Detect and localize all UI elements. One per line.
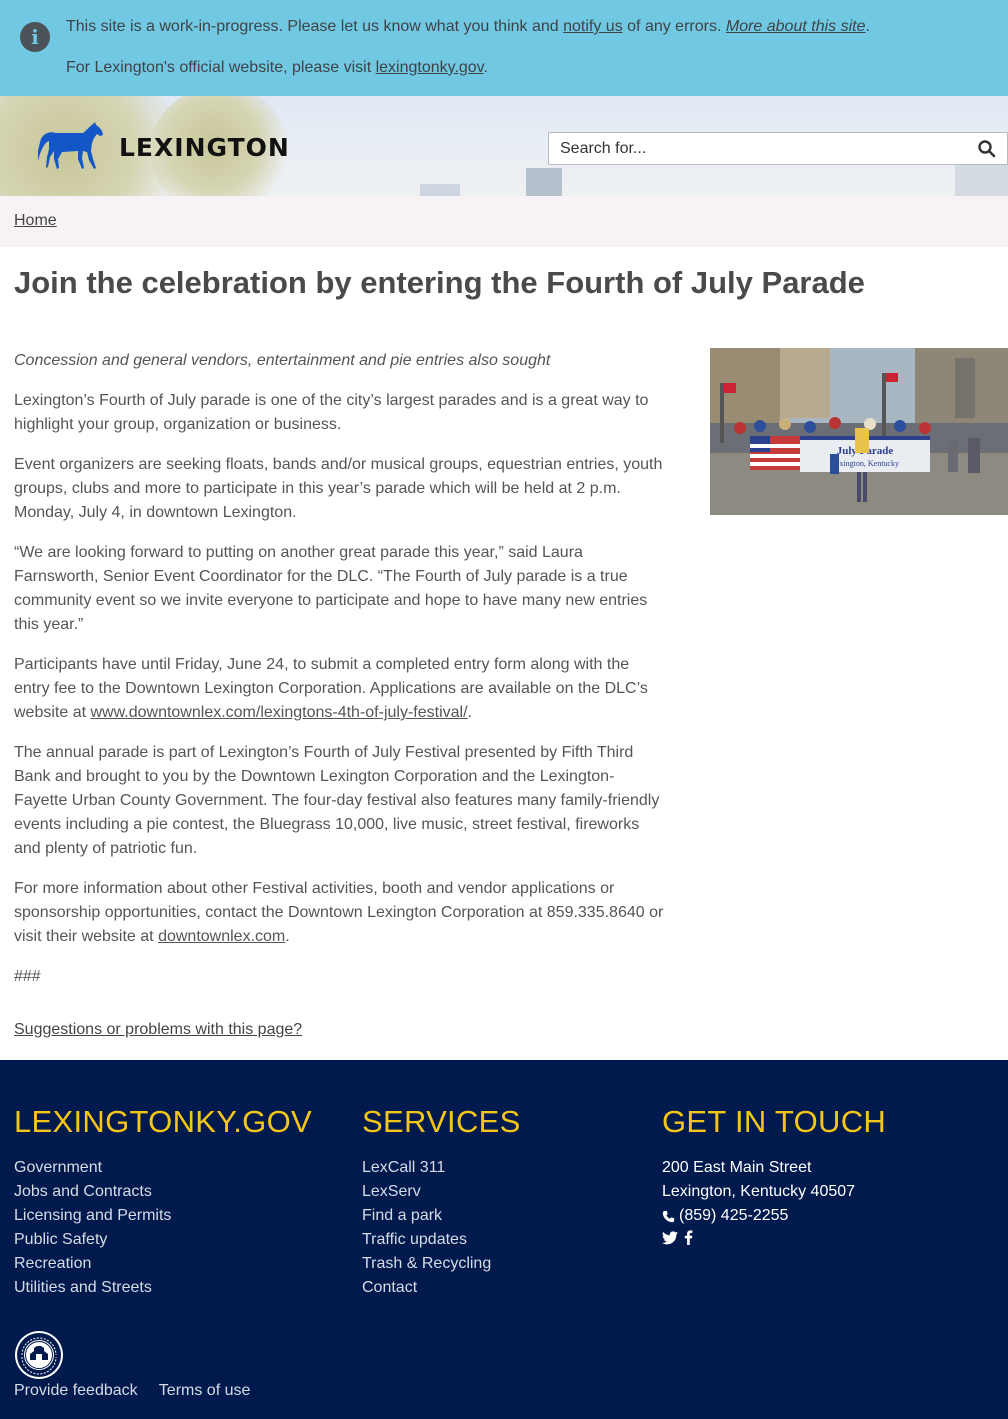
contact-info: 200 East Main Street Lexington, Kentucky… xyxy=(662,1156,855,1245)
parade-photo-illustration: July Parade Lexington, Kentucky xyxy=(710,348,1008,515)
paragraph-text: . xyxy=(467,704,472,721)
footer-links-services: LexCall 311 LexServ Find a park Traffic … xyxy=(362,1156,491,1300)
page-title: Join the celebration by entering the Fou… xyxy=(14,265,865,300)
footer-link-item: Traffic updates xyxy=(362,1228,491,1252)
footer-link-item: Find a park xyxy=(362,1204,491,1228)
search-box xyxy=(548,132,1008,165)
suggestions-link[interactable]: Suggestions or problems with this page? xyxy=(14,1021,302,1039)
footer-link-trash[interactable]: Trash & Recycling xyxy=(362,1255,491,1272)
parade-banner-subtext: Lexington, Kentucky xyxy=(831,459,899,468)
footer-link-contact[interactable]: Contact xyxy=(362,1279,417,1296)
article-paragraph: The annual parade is part of Lexington’s… xyxy=(14,744,660,857)
footer-links-lexingtonky: Government Jobs and Contracts Licensing … xyxy=(14,1156,171,1300)
notice-text: of any errors. xyxy=(622,18,726,35)
phone-number: (859) 425-2255 xyxy=(679,1207,789,1224)
info-icon: i xyxy=(20,22,50,52)
footer-bottom-links: Provide feedback Terms of use xyxy=(14,1382,267,1400)
twitter-icon[interactable] xyxy=(662,1230,678,1245)
article-paragraph: Event organizers are seeking floats, ban… xyxy=(14,456,663,521)
parade-photo: July Parade Lexington, Kentucky xyxy=(710,348,1008,515)
footer-link-item: Trash & Recycling xyxy=(362,1252,491,1276)
phone-line[interactable]: (859) 425-2255 xyxy=(662,1204,855,1228)
site-footer: LEXINGTONKY.GOV Government Jobs and Cont… xyxy=(0,1060,1008,1419)
notice-text: This site is a work-in-progress. Please … xyxy=(66,18,564,35)
phone-icon xyxy=(662,1210,675,1222)
footer-link-item: LexServ xyxy=(362,1180,491,1204)
footer-link-item: Recreation xyxy=(14,1252,171,1276)
footer-link-item: Licensing and Permits xyxy=(14,1204,171,1228)
search-input[interactable] xyxy=(549,133,969,164)
article-paragraph: Participants have until Friday, June 24,… xyxy=(14,653,664,725)
logo-text: LEXINGTON xyxy=(119,132,290,162)
footer-heading-lexingtonky: LEXINGTONKY.GOV xyxy=(14,1104,312,1139)
article-paragraph: “We are looking forward to putting on an… xyxy=(14,544,648,633)
address-line-2: Lexington, Kentucky 40507 xyxy=(662,1183,856,1200)
footer-link-jobs[interactable]: Jobs and Contracts xyxy=(14,1183,152,1200)
footer-link-utilities[interactable]: Utilities and Streets xyxy=(14,1279,152,1296)
footer-link-lexcall[interactable]: LexCall 311 xyxy=(362,1159,445,1176)
notice-text: For Lexington's official website, please… xyxy=(66,59,376,76)
footer-link-recreation[interactable]: Recreation xyxy=(14,1255,91,1272)
paragraph-text: . xyxy=(285,928,290,945)
address-line-1: 200 East Main Street xyxy=(662,1159,812,1176)
paragraph-text: For more information about other Festiva… xyxy=(14,880,664,945)
notice-banner: i This site is a work-in-progress. Pleas… xyxy=(0,0,1008,96)
city-seal-icon xyxy=(15,1331,63,1379)
article-end-mark: ### xyxy=(14,968,41,985)
festival-link[interactable]: www.downtownlex.com/lexingtons-4th-of-ju… xyxy=(90,704,467,721)
footer-heading-get-in-touch: GET IN TOUCH xyxy=(662,1104,887,1139)
article-paragraph: For more information about other Festiva… xyxy=(14,877,664,949)
facebook-icon[interactable] xyxy=(684,1230,693,1245)
header-background-building xyxy=(526,168,562,196)
footer-link-item: Utilities and Streets xyxy=(14,1276,171,1300)
breadcrumb: Home xyxy=(0,196,1008,247)
footer-link-traffic[interactable]: Traffic updates xyxy=(362,1231,467,1248)
notice-line-2: For Lexington's official website, please… xyxy=(66,59,488,77)
footer-link-item: Contact xyxy=(362,1276,491,1300)
footer-link-lexserv[interactable]: LexServ xyxy=(362,1183,421,1200)
footer-link-licensing[interactable]: Licensing and Permits xyxy=(14,1207,171,1224)
notice-text: . xyxy=(483,59,488,76)
header-background-building xyxy=(420,184,460,196)
article-lede: Concession and general vendors, entertai… xyxy=(14,352,551,369)
footer-link-government[interactable]: Government xyxy=(14,1159,102,1176)
notify-us-link[interactable]: notify us xyxy=(563,18,623,35)
footer-link-item: Government xyxy=(14,1156,171,1180)
breadcrumb-home-link[interactable]: Home xyxy=(14,212,57,230)
official-site-link[interactable]: lexingtonky.gov xyxy=(376,59,484,76)
footer-link-item: Jobs and Contracts xyxy=(14,1180,171,1204)
search-icon xyxy=(978,140,996,158)
article-paragraph: Lexington’s Fourth of July parade is one… xyxy=(14,392,649,433)
more-about-site-link[interactable]: More about this site xyxy=(726,18,866,35)
footer-link-item: Public Safety xyxy=(14,1228,171,1252)
provide-feedback-link[interactable]: Provide feedback xyxy=(14,1382,138,1399)
terms-of-use-link[interactable]: Terms of use xyxy=(159,1382,251,1399)
footer-link-item: LexCall 311 xyxy=(362,1156,491,1180)
social-links xyxy=(662,1230,855,1245)
footer-link-find-park[interactable]: Find a park xyxy=(362,1207,442,1224)
notice-text: . xyxy=(865,18,870,35)
footer-heading-services: SERVICES xyxy=(362,1104,521,1139)
notice-line-1: This site is a work-in-progress. Please … xyxy=(66,18,870,36)
footer-link-public-safety[interactable]: Public Safety xyxy=(14,1231,107,1248)
article-body: Concession and general vendors, entertai… xyxy=(14,349,664,1005)
search-button[interactable] xyxy=(977,139,997,159)
downtownlex-link[interactable]: downtownlex.com xyxy=(158,928,285,945)
horse-icon xyxy=(38,122,103,169)
site-logo[interactable]: LEXINGTON xyxy=(38,121,290,173)
